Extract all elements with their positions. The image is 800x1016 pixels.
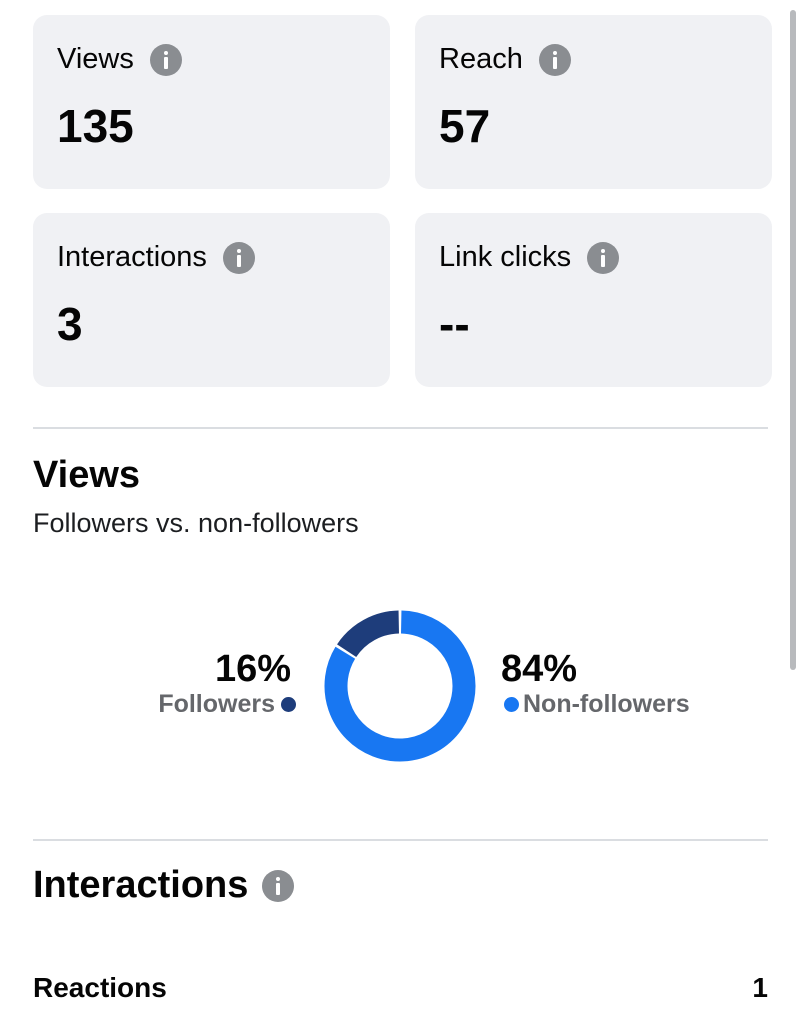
non-followers-legend-label: Non-followers (523, 690, 690, 718)
metric-label: Interactions (57, 241, 207, 273)
info-icon[interactable] (222, 241, 255, 274)
metric-label: Reach (439, 43, 523, 75)
reactions-row-value: 1 (752, 972, 768, 1003)
scrollbar[interactable] (790, 10, 796, 670)
non-followers-legend-dot (504, 697, 519, 712)
metric-label: Views (57, 43, 134, 75)
donut-segment-followers (337, 610, 400, 658)
section-divider (33, 839, 768, 841)
metric-card-views[interactable]: Views 135 (33, 15, 390, 189)
interactions-section-header: Interactions (33, 864, 295, 907)
info-icon[interactable] (149, 43, 182, 76)
interactions-section-title: Interactions (33, 864, 249, 906)
reactions-row-label: Reactions (33, 972, 167, 1003)
followers-legend-dot (281, 697, 296, 712)
info-icon[interactable] (262, 869, 295, 902)
non-followers-legend: Non-followers (504, 690, 690, 719)
metric-label: Link clicks (439, 241, 572, 273)
metric-value: 3 (57, 298, 83, 350)
info-icon[interactable] (538, 43, 571, 76)
info-icon[interactable] (587, 241, 620, 274)
followers-percent: 16% (215, 648, 292, 690)
non-followers-percent: 84% (501, 648, 578, 690)
metric-value: 57 (439, 100, 491, 152)
metric-value: 135 (57, 100, 134, 152)
metric-card-link-clicks[interactable]: Link clicks -- (415, 213, 772, 387)
followers-donut-chart (324, 610, 476, 762)
metric-card-interactions[interactable]: Interactions 3 (33, 213, 390, 387)
followers-legend: Followers (158, 690, 296, 719)
views-section-subtitle: Followers vs. non-followers (33, 508, 359, 538)
followers-legend-label: Followers (158, 690, 275, 718)
views-section-title: Views (33, 454, 141, 496)
metric-card-reach[interactable]: Reach 57 (415, 15, 772, 189)
section-divider (33, 427, 768, 429)
metric-value: -- (439, 298, 470, 350)
